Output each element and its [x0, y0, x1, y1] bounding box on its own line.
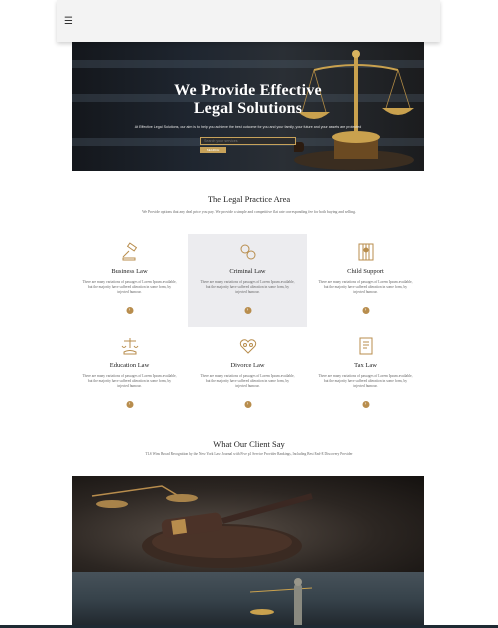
hero-search-form: SEARCH [200, 137, 296, 153]
service-name: Child Support [347, 268, 384, 275]
arrow-right-icon[interactable]: › [126, 401, 133, 408]
hero-banner: We Provide Effective Legal Solutions At … [72, 42, 424, 171]
practice-section-title: The Legal Practice Area [207, 194, 291, 204]
service-search-input[interactable] [200, 137, 296, 145]
service-description: There are many variations of passages of… [318, 280, 413, 294]
hero-title: We Provide Effective Legal Solutions [72, 82, 424, 118]
lady-justice-photo [72, 572, 424, 628]
service-card-tax-law[interactable]: Tax Law There are many variations of pas… [306, 328, 425, 421]
service-name: Education Law [109, 362, 150, 369]
practice-section-subtitle: We Provide options that any deal price y… [142, 210, 356, 214]
service-description: There are many variations of passages of… [200, 374, 295, 388]
service-name: Criminal Law [229, 268, 266, 275]
tax-document-icon [359, 337, 372, 355]
hamburger-icon[interactable]: ☰ [64, 16, 73, 27]
gavel-image [91, 485, 313, 568]
service-name: Divorce Law [230, 362, 265, 369]
broken-heart-icon [239, 339, 256, 354]
scales-hand-icon [121, 338, 138, 355]
service-card-divorce-law[interactable]: Divorce Law There are many variations of… [188, 328, 307, 421]
service-description: There are many variations of passages of… [318, 374, 413, 388]
hero-subtitle: At Effective Legal Solutions, our aim is… [134, 125, 362, 129]
service-description: There are many variations of passages of… [200, 280, 295, 294]
gavel-icon [122, 242, 137, 261]
service-card-criminal-law[interactable]: Criminal Law There are many variations o… [188, 234, 307, 327]
lady-justice-image [249, 578, 313, 628]
service-card-business-law[interactable]: Business Law There are many variations o… [70, 234, 189, 327]
hero-title-line: Legal Solutions [193, 100, 303, 117]
top-navbar: ☰ [57, 0, 440, 42]
service-card-education-law[interactable]: Education Law There are many variations … [70, 328, 189, 421]
search-button[interactable]: SEARCH [200, 147, 226, 153]
service-description: There are many variations of passages of… [82, 374, 177, 388]
arrow-right-icon[interactable]: › [362, 307, 369, 314]
gavel-photo [72, 476, 424, 572]
service-name: Business Law [111, 268, 148, 275]
clients-section-title: What Our Client Say [213, 439, 285, 449]
service-card-child-support[interactable]: Child Support There are many variations … [306, 234, 425, 327]
arrow-right-icon[interactable]: › [244, 307, 251, 314]
arrow-right-icon[interactable]: › [362, 401, 369, 408]
service-description: There are many variations of passages of… [82, 280, 177, 294]
child-icon [358, 243, 373, 261]
hero-title-line: We Provide Effective [174, 82, 322, 99]
arrow-right-icon[interactable]: › [244, 401, 251, 408]
clients-section-subtitle: TLS Wins Broad Recognition by the New Yo… [145, 452, 353, 456]
service-name: Tax Law [354, 362, 377, 369]
arrow-right-icon[interactable]: › [126, 307, 133, 314]
handcuffs-icon [240, 244, 255, 260]
